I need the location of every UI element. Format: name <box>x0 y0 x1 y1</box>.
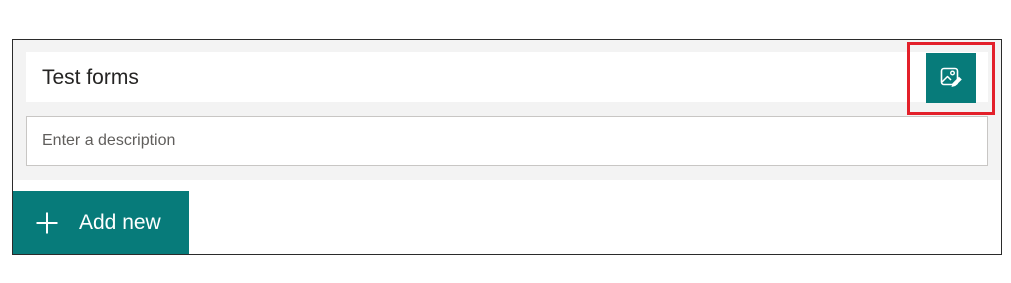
plus-icon <box>36 212 58 233</box>
form-editor-frame: Test forms Add new <box>12 39 1002 255</box>
form-header-panel: Test forms <box>13 40 1001 180</box>
form-description-input[interactable] <box>26 116 988 166</box>
header-image-button[interactable] <box>926 53 976 103</box>
add-new-button[interactable]: Add new <box>13 191 189 254</box>
form-title[interactable]: Test forms <box>42 66 139 90</box>
image-edit-icon <box>940 67 962 87</box>
form-title-field[interactable]: Test forms <box>26 52 988 102</box>
add-new-label: Add new <box>79 210 161 234</box>
